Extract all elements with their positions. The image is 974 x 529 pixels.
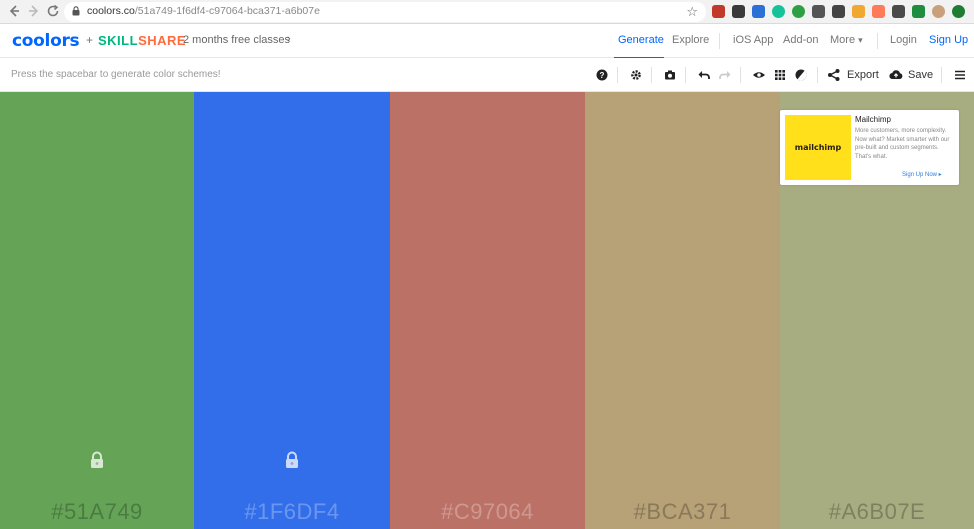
ext-grammarly-icon[interactable] bbox=[772, 5, 785, 18]
browser-toolbar: coolors.co/51a749-1f6df4-c97064-bca371-a… bbox=[0, 0, 974, 24]
help-icon[interactable]: ? bbox=[594, 67, 610, 83]
nav-more[interactable]: More ▾ bbox=[830, 34, 863, 46]
color-blindness-icon[interactable] bbox=[793, 67, 809, 83]
nav-addon[interactable]: Add-on bbox=[783, 34, 818, 46]
menu-hamburger-icon[interactable] bbox=[952, 67, 968, 83]
ext-screen-icon[interactable] bbox=[832, 5, 845, 18]
grid-view-icon[interactable] bbox=[772, 67, 788, 83]
share-icon[interactable] bbox=[826, 67, 842, 83]
ext-green-dot-icon[interactable] bbox=[952, 5, 965, 18]
hex-code[interactable]: #1F6DF4 bbox=[194, 499, 390, 525]
nav-divider bbox=[719, 33, 720, 49]
ext-red-icon[interactable] bbox=[712, 5, 725, 18]
export-button[interactable]: Export bbox=[847, 69, 879, 81]
ext-green-icon[interactable] bbox=[792, 5, 805, 18]
color-swatch[interactable]: #51A749 bbox=[0, 92, 194, 529]
ad-signup-link[interactable]: Sign Up Now ▸ bbox=[902, 171, 942, 178]
forward-arrow-icon[interactable] bbox=[26, 4, 42, 20]
lock-icon[interactable] bbox=[284, 451, 300, 469]
color-swatch[interactable]: #1F6DF4 bbox=[194, 92, 390, 529]
ext-avatar-icon[interactable] bbox=[932, 5, 945, 18]
eye-icon[interactable] bbox=[751, 67, 767, 83]
settings-gear-icon[interactable] bbox=[628, 67, 644, 83]
url-host: coolors.co bbox=[87, 5, 135, 17]
hex-code[interactable]: #51A749 bbox=[0, 499, 194, 525]
app-header: coolors + SKILLSHARE 2 months free class… bbox=[0, 24, 974, 59]
hex-code[interactable]: #BCA371 bbox=[585, 499, 780, 525]
camera-icon[interactable] bbox=[662, 67, 678, 83]
chevron-right-icon: › bbox=[287, 33, 291, 45]
lock-icon[interactable] bbox=[89, 451, 105, 469]
address-bar[interactable]: coolors.co/51a749-1f6df4-c97064-bca371-a… bbox=[64, 2, 706, 22]
mailchimp-logo-text: mailchimp bbox=[794, 143, 842, 152]
color-swatch[interactable]: #BCA371 bbox=[585, 92, 780, 529]
nav-signup[interactable]: Sign Up bbox=[929, 34, 968, 46]
url-text: coolors.co/51a749-1f6df4-c97064-bca371-a… bbox=[87, 5, 320, 17]
toolbar-divider bbox=[817, 67, 818, 83]
skillshare-logo[interactable]: SKILLSHARE bbox=[98, 33, 186, 48]
toolbar-divider bbox=[941, 67, 942, 83]
mailchimp-logo: mailchimp bbox=[785, 115, 851, 180]
hex-code[interactable]: #A6B07E bbox=[780, 499, 974, 525]
cloud-save-icon[interactable] bbox=[888, 67, 904, 83]
toolbar-divider bbox=[617, 67, 618, 83]
chevron-down-icon: ▾ bbox=[858, 35, 863, 45]
url-path: /51a749-1f6df4-c97064-bca371-a6b07e bbox=[134, 5, 320, 17]
ad-title: Mailchimp bbox=[855, 115, 892, 124]
coolors-logo[interactable]: coolors bbox=[12, 31, 80, 51]
spacebar-hint: Press the spacebar to generate color sch… bbox=[11, 69, 221, 80]
toolbar-divider bbox=[685, 67, 686, 83]
mailchimp-ad[interactable]: mailchimp Mailchimp More customers, more… bbox=[780, 110, 959, 185]
reload-icon[interactable] bbox=[45, 4, 61, 20]
nav-generate[interactable]: Generate bbox=[618, 34, 664, 46]
ext-sheet-icon[interactable] bbox=[912, 5, 925, 18]
secure-lock-icon bbox=[72, 6, 80, 16]
ext-shield-icon[interactable] bbox=[732, 5, 745, 18]
ext-hubspot-icon[interactable] bbox=[872, 5, 885, 18]
color-swatch[interactable]: #C97064 bbox=[390, 92, 585, 529]
redo-icon[interactable] bbox=[717, 67, 733, 83]
save-button[interactable]: Save bbox=[908, 69, 933, 81]
generator-toolbar: Press the spacebar to generate color sch… bbox=[0, 58, 974, 92]
hex-code[interactable]: #C97064 bbox=[390, 499, 585, 525]
toolbar-divider bbox=[740, 67, 741, 83]
bookmark-star-icon[interactable]: ☆ bbox=[686, 4, 698, 20]
undo-icon[interactable] bbox=[696, 67, 712, 83]
partner-plus: + bbox=[86, 33, 94, 47]
skillshare-logo-part-b: SHARE bbox=[138, 33, 187, 48]
ext-pin-icon[interactable] bbox=[812, 5, 825, 18]
nav-divider bbox=[877, 33, 878, 49]
nav-ios-app[interactable]: iOS App bbox=[733, 34, 773, 46]
skillshare-logo-part-a: SKILL bbox=[98, 33, 139, 48]
toolbar-divider bbox=[651, 67, 652, 83]
extensions-tray bbox=[712, 5, 965, 18]
ext-folder-icon[interactable] bbox=[852, 5, 865, 18]
nav-more-label: More bbox=[830, 34, 856, 46]
nav-login[interactable]: Login bbox=[890, 34, 917, 46]
ext-wordpress-icon[interactable] bbox=[892, 5, 905, 18]
svg-text:?: ? bbox=[600, 71, 605, 80]
ext-pen-icon[interactable] bbox=[752, 5, 765, 18]
promo-link[interactable]: 2 months free classes bbox=[183, 34, 290, 46]
back-arrow-icon[interactable] bbox=[6, 4, 22, 20]
ad-body: More customers, more complexity. Now wha… bbox=[855, 128, 950, 160]
nav-explore[interactable]: Explore bbox=[672, 34, 709, 46]
